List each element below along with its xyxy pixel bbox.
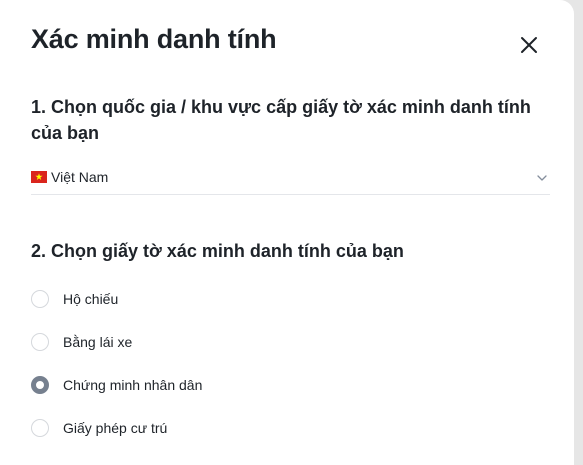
country-select[interactable]: Việt Nam xyxy=(31,162,550,195)
dialog-title: Xác minh danh tính xyxy=(31,24,277,54)
radio-button[interactable] xyxy=(31,419,49,437)
selected-country: Việt Nam xyxy=(51,169,109,185)
radio-button[interactable] xyxy=(31,290,49,308)
document-section-heading: 2. Chọn giấy tờ xác minh danh tính của b… xyxy=(31,241,404,261)
radio-button-checked[interactable] xyxy=(31,376,49,394)
chevron-down-icon xyxy=(537,175,547,181)
radio-label: Bằng lái xe xyxy=(63,334,133,350)
vietnam-flag-icon xyxy=(31,171,47,183)
radio-label: Giấy phép cư trú xyxy=(63,420,168,436)
radio-button[interactable] xyxy=(31,333,49,351)
radio-option-id-card[interactable]: Chứng minh nhân dân xyxy=(31,375,331,399)
close-button[interactable] xyxy=(515,31,543,59)
radio-option-driver-license[interactable]: Bằng lái xe xyxy=(31,332,331,356)
radio-label: Chứng minh nhân dân xyxy=(63,377,203,393)
radio-label: Hộ chiếu xyxy=(63,291,119,307)
country-section-heading: 1. Chọn quốc gia / khu vực cấp giấy tờ x… xyxy=(31,97,531,143)
radio-option-passport[interactable]: Hộ chiếu xyxy=(31,289,331,313)
radio-option-residence-permit[interactable]: Giấy phép cư trú xyxy=(31,418,331,442)
identity-verification-dialog: Xác minh danh tính 1. Chọn quốc gia / kh… xyxy=(0,0,574,465)
close-icon xyxy=(521,37,537,53)
